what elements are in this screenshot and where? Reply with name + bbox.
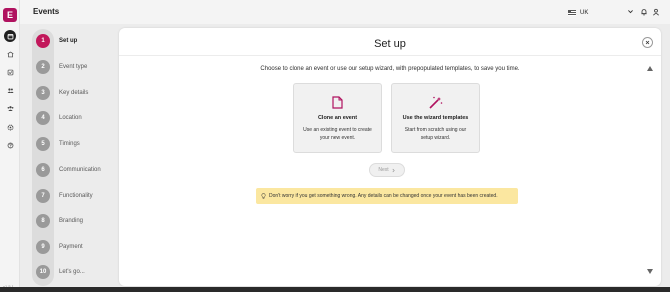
step-lets-go[interactable]: 10 Let's go... xyxy=(36,264,85,279)
magic-wand-icon xyxy=(392,96,479,109)
step-label: Timings xyxy=(59,140,80,147)
close-icon xyxy=(645,40,650,45)
step-functionality[interactable]: 7 Functionality xyxy=(36,188,93,203)
app-rail: E v1.5.1 xyxy=(0,0,20,292)
step-number: 4 xyxy=(36,110,50,125)
step-number: 2 xyxy=(36,59,50,74)
step-number: 7 xyxy=(36,188,50,203)
help-icon[interactable] xyxy=(3,139,17,151)
clone-event-card[interactable]: Clone an event Use an existing event to … xyxy=(293,83,382,153)
step-branding[interactable]: 8 Branding xyxy=(36,213,83,228)
card-title: Use the wizard templates xyxy=(402,115,469,121)
step-key-details[interactable]: 3 Key details xyxy=(36,85,88,100)
step-number: 9 xyxy=(36,239,50,254)
flag-icon xyxy=(568,9,576,16)
window-bottom-edge xyxy=(0,287,670,292)
locale-label: UK xyxy=(580,9,589,16)
step-timings[interactable]: 5 Timings xyxy=(36,136,80,151)
step-number: 8 xyxy=(36,213,50,228)
step-label: Communication xyxy=(59,166,101,173)
chevron-down-icon xyxy=(627,8,634,17)
app-logo[interactable]: E xyxy=(3,8,17,22)
setup-panel: Set up Choose to clone an event or use o… xyxy=(119,28,661,286)
bell-icon[interactable] xyxy=(640,8,648,16)
document-icon xyxy=(294,96,381,109)
top-bar: Events UK xyxy=(20,0,670,24)
step-label: Let's go... xyxy=(59,268,85,275)
step-label: Payment xyxy=(59,243,83,250)
step-event-type[interactable]: 2 Event type xyxy=(36,59,87,74)
step-label: Branding xyxy=(59,217,84,224)
lightbulb-icon xyxy=(261,193,266,199)
step-number: 6 xyxy=(36,162,50,177)
chevron-right-icon xyxy=(392,168,395,172)
panel-divider xyxy=(119,55,661,56)
rail-events-icon[interactable] xyxy=(4,30,16,42)
step-communication[interactable]: 6 Communication xyxy=(36,162,101,177)
panel-title: Set up xyxy=(374,38,406,50)
step-label: Event type xyxy=(59,63,88,70)
step-label: Functionality xyxy=(59,192,93,199)
step-number: 3 xyxy=(36,85,50,100)
close-button[interactable] xyxy=(642,37,653,48)
step-label: Key details xyxy=(59,89,89,96)
checklist-icon[interactable] xyxy=(3,66,17,78)
step-payment[interactable]: 9 Payment xyxy=(36,239,83,254)
card-description: Start from scratch using our setup wizar… xyxy=(404,127,467,141)
tip-banner: Don't worry if you get something wrong. … xyxy=(256,188,518,204)
step-number: 5 xyxy=(36,136,50,151)
venue-icon[interactable] xyxy=(3,48,17,60)
settings-icon[interactable] xyxy=(3,121,17,133)
next-button[interactable]: Next xyxy=(369,163,405,177)
tip-text: Don't worry if you get something wrong. … xyxy=(269,193,498,199)
wizard-templates-card[interactable]: Use the wizard templates Start from scra… xyxy=(391,83,480,153)
step-number: 10 xyxy=(36,264,50,279)
next-label: Next xyxy=(378,167,389,173)
groups-icon[interactable] xyxy=(3,102,17,114)
scroll-down-icon[interactable] xyxy=(647,269,653,274)
step-label: Set up xyxy=(59,37,78,44)
step-set-up[interactable]: 1 Set up xyxy=(36,33,77,48)
page-title: Events xyxy=(33,7,60,16)
user-icon[interactable] xyxy=(652,8,660,16)
card-title: Clone an event xyxy=(317,115,358,121)
intro-text: Choose to clone an event or use our setu… xyxy=(260,66,520,72)
step-label: Location xyxy=(59,114,82,121)
card-description: Use an existing event to create your new… xyxy=(303,127,372,141)
step-location[interactable]: 4 Location xyxy=(36,110,82,125)
people-icon[interactable] xyxy=(3,84,17,96)
step-number: 1 xyxy=(36,33,50,48)
